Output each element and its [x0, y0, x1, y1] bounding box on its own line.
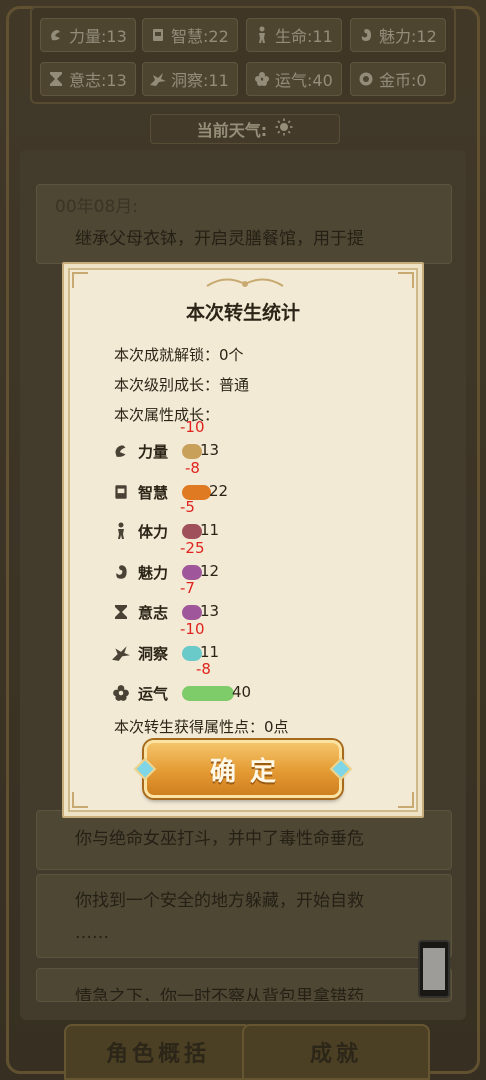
attr-row-will: -7 意志 13	[110, 579, 390, 623]
stamina-icon	[110, 520, 132, 542]
attr-value: 13	[200, 441, 220, 459]
attr-value: 40	[232, 683, 252, 701]
attr-delta: -5	[180, 498, 195, 516]
attr-row-charm: -25 魅力 12	[110, 539, 390, 583]
attr-name: 魅力	[138, 564, 169, 582]
attr-bar	[182, 524, 202, 539]
dialog-title: 本次转生统计	[185, 302, 300, 324]
attr-value: 22	[209, 482, 229, 500]
will-icon	[110, 601, 132, 623]
attr-bar	[182, 565, 202, 580]
attr-row-strength: -10 力量 13	[110, 418, 390, 462]
rebirth-stats-dialog: 本次转生统计 本次成就解锁：0个 本次级别成长：普通 本次属性成长： -10 力…	[62, 262, 424, 818]
attr-delta: -25	[180, 539, 205, 557]
attr-row-luck: -8 运气 40	[110, 660, 390, 704]
achievements-unlocked: 本次成就解锁：0个	[114, 346, 244, 364]
attr-delta: -10	[180, 418, 205, 436]
level-growth: 本次级别成长：普通	[114, 376, 250, 394]
attr-delta: -7	[180, 579, 195, 597]
attr-bar	[182, 646, 202, 661]
attribute-points-earned: 本次转生获得属性点：0点	[114, 718, 289, 736]
attr-name: 意志	[138, 604, 169, 622]
attr-bar	[182, 444, 202, 459]
strength-icon	[110, 440, 132, 462]
attr-value: 11	[200, 521, 220, 539]
attr-delta: -10	[180, 620, 205, 638]
attr-value: 13	[200, 602, 220, 620]
attr-name: 智慧	[138, 484, 169, 502]
attr-name: 力量	[138, 443, 169, 461]
attr-name: 体力	[138, 523, 169, 541]
wisdom-icon	[110, 481, 132, 503]
charm-icon	[110, 561, 132, 583]
attr-value: 12	[200, 562, 220, 580]
attr-delta: -8	[185, 459, 200, 477]
attr-name: 洞察	[138, 645, 169, 663]
insight-icon	[110, 642, 132, 664]
confirm-button[interactable]: 确定	[133, 740, 353, 798]
attr-value: 11	[200, 643, 220, 661]
luck-icon	[110, 682, 132, 704]
attr-name: 运气	[138, 685, 169, 703]
attr-delta: -8	[196, 660, 211, 678]
confirm-label: 确定	[209, 756, 290, 787]
attr-bar	[182, 686, 234, 701]
ornament-icon	[206, 278, 284, 287]
attr-row-stamina: -5 体力 11	[110, 498, 390, 542]
attr-row-insight: -10 洞察 11	[110, 620, 390, 664]
attr-bar	[182, 605, 202, 620]
attr-row-wisdom: -8 智慧 22	[110, 459, 390, 503]
